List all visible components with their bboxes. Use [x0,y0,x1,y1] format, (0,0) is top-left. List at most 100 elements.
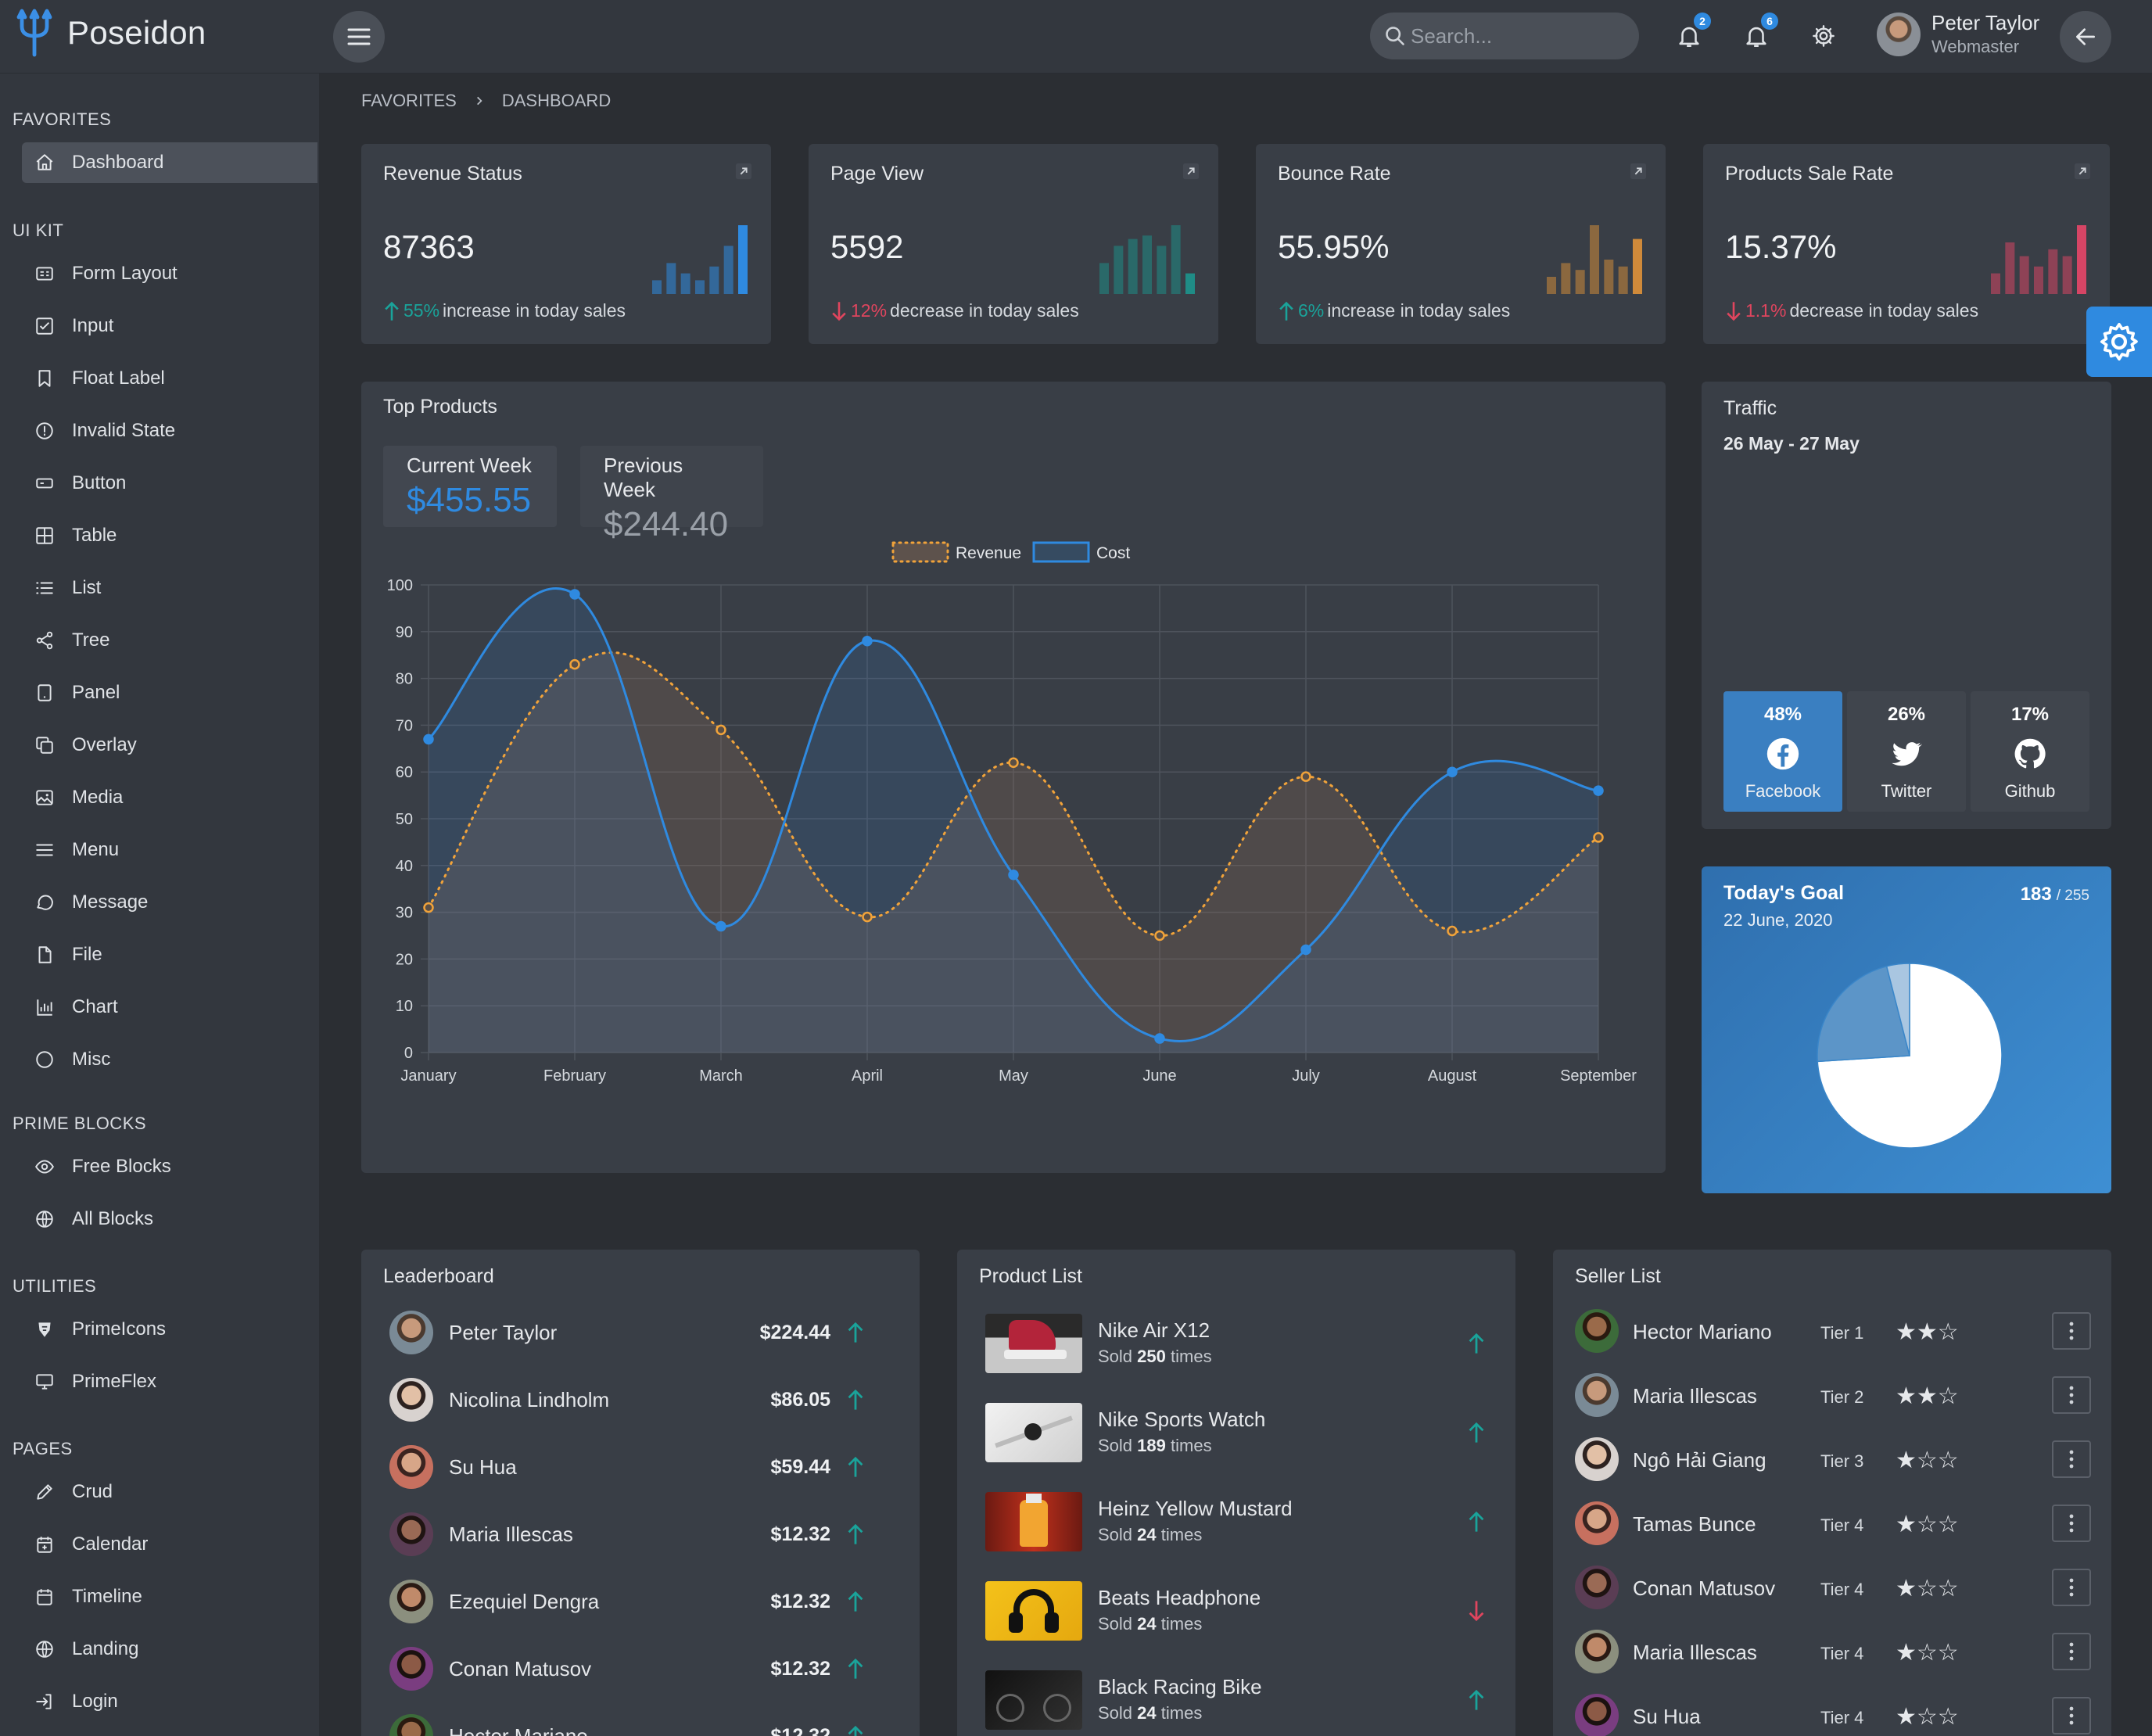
traffic-source-twitter[interactable]: 26% Twitter [1847,691,1966,812]
data-point-revenue[interactable] [716,724,726,736]
sidebar-item-input[interactable]: Input [22,306,317,346]
seller-options-button[interactable] [2052,1440,2091,1478]
sidebar-item-landing[interactable]: Landing [22,1629,317,1670]
sidebar-item-file[interactable]: File [22,934,317,975]
sidebar-item-free-blocks[interactable]: Free Blocks [22,1146,317,1187]
data-point-revenue[interactable] [423,902,434,913]
external-link-icon[interactable] [735,163,752,180]
sidebar-item-calendar[interactable]: Calendar [22,1524,317,1565]
user-profile[interactable]: Peter Taylor Webmaster [1877,11,2039,57]
seller-options-button[interactable] [2052,1569,2091,1606]
data-point-cost[interactable] [862,636,873,647]
data-point-revenue[interactable] [1593,832,1604,843]
data-point-revenue[interactable] [1008,757,1019,768]
data-point-revenue[interactable] [862,911,873,923]
traffic-source-facebook[interactable]: 48% Facebook [1723,691,1842,812]
x-tick-label: February [543,1067,606,1085]
sidebar-item-invalid-state[interactable]: Invalid State [22,411,317,451]
back-button[interactable] [2060,11,2111,63]
external-link-icon[interactable] [2074,163,2091,180]
data-point-cost[interactable] [716,920,726,932]
sidebar-item-menu[interactable]: Menu [22,830,317,870]
stat-note-text: decrease in today sales [890,300,1079,321]
sidebar-item-primeicons[interactable]: PrimeIcons [22,1309,317,1350]
prime-logo-icon [38,1322,51,1337]
leaderboard-row[interactable]: Peter Taylor $224.44 [389,1309,874,1356]
legend-label[interactable]: Cost [1096,544,1130,562]
sidebar-item-tree[interactable]: Tree [22,620,317,661]
seller-options-button[interactable] [2052,1697,2091,1734]
stat-card-bounce-rate: Bounce Rate 55.95% 6% increase in today … [1256,144,1666,344]
sidebar-item-message[interactable]: Message [22,882,317,923]
legend-swatch[interactable] [1032,541,1090,563]
sidebar-item-crud[interactable]: Crud [22,1472,317,1512]
leaderboard-row[interactable]: Conan Matusov $12.32 [389,1645,874,1692]
menu-toggle-button[interactable] [333,11,385,63]
stat-note: 12% decrease in today sales [830,300,1079,321]
previous-week-tab[interactable]: Previous Week $244.40 [580,446,763,543]
product-row[interactable]: Nike Air X12 Sold 250 times [985,1312,1494,1375]
avatar [1575,1309,1619,1353]
legend-label[interactable]: Revenue [956,544,1021,562]
seller-options-button[interactable] [2052,1312,2091,1350]
breadcrumb-root[interactable]: FAVORITES [361,91,457,111]
external-link-icon[interactable] [1630,163,1647,180]
data-point-cost[interactable] [1154,1033,1165,1044]
data-point-revenue[interactable] [1300,771,1311,782]
sidebar-item-dashboard[interactable]: Dashboard [22,142,317,183]
sidebar-item-misc[interactable]: Misc [22,1039,317,1080]
data-point-cost[interactable] [1300,944,1311,956]
sidebar-item-login[interactable]: Login [22,1681,317,1722]
product-row[interactable]: Black Racing Bike Sold 24 times [985,1669,1494,1731]
product-row[interactable]: Nike Sports Watch Sold 189 times [985,1401,1494,1464]
seller-options-button[interactable] [2052,1505,2091,1542]
traffic-date-range: 26 May - 27 May [1723,433,1860,454]
settings-button[interactable] [1805,17,1842,55]
seller-options-button[interactable] [2052,1633,2091,1670]
sidebar-item-overlay[interactable]: Overlay [22,725,317,766]
leaderboard-row[interactable]: Nicolina Lindholm $86.05 [389,1376,874,1423]
traffic-source-github[interactable]: 17% Github [1971,691,2089,812]
search-input[interactable]: Search... [1370,13,1639,59]
data-point-cost[interactable] [1008,870,1019,881]
sidebar-item-table[interactable]: Table [22,515,317,556]
config-button[interactable] [2086,307,2152,377]
sidebar-item-button[interactable]: Button [22,463,317,504]
y-tick-label: 60 [396,764,413,781]
data-point-cost[interactable] [1447,766,1458,777]
data-point-revenue[interactable] [1154,930,1165,942]
external-link-icon[interactable] [1182,163,1200,180]
sold-suffix: times [1171,1436,1212,1455]
data-point-cost[interactable] [423,733,434,745]
product-row[interactable]: Heinz Yellow Mustard Sold 24 times [985,1490,1494,1553]
data-point-cost[interactable] [1593,785,1604,796]
data-point-revenue[interactable] [569,658,580,670]
leaderboard-row[interactable]: Ezequiel Dengra $12.32 [389,1578,874,1625]
seller-options-button[interactable] [2052,1376,2091,1414]
sidebar-item-chart[interactable]: Chart [22,987,317,1028]
sidebar-item-list[interactable]: List [22,568,317,608]
app-logo[interactable]: Poseidon [13,8,206,58]
sidebar-item-label: Form Layout [72,263,178,284]
data-point-cost[interactable] [569,589,580,600]
leaderboard-row[interactable]: Maria Illescas $12.32 [389,1511,874,1558]
sidebar-item-panel[interactable]: Panel [22,673,317,713]
stat-bar [2062,256,2072,294]
sidebar-item-media[interactable]: Media [22,777,317,818]
goal-title: Today's Goal [1723,882,1845,904]
data-point-revenue[interactable] [1447,925,1458,937]
product-row[interactable]: Beats Headphone Sold 24 times [985,1580,1494,1642]
search-placeholder: Search... [1411,23,1493,48]
sidebar-item-timeline[interactable]: Timeline [22,1576,317,1617]
leaderboard-row[interactable]: Hector Mariano $12.32 [389,1713,874,1736]
legend-swatch[interactable] [891,541,949,563]
seller-list-card: Seller List Hector Mariano Tier 1 ★★☆ Maria… [1553,1250,2111,1736]
sidebar-item-all-blocks[interactable]: All Blocks [22,1199,317,1239]
sidebar-item-primeflex[interactable]: PrimeFlex [22,1361,317,1402]
notifications-button[interactable]: 2 [1670,13,1711,55]
sidebar-item-form-layout[interactable]: Form Layout [22,253,317,294]
sidebar-item-float-label[interactable]: Float Label [22,358,317,399]
leaderboard-row[interactable]: Su Hua $59.44 [389,1444,874,1490]
current-week-tab[interactable]: Current Week $455.55 [383,446,557,527]
messages-button[interactable]: 6 [1738,13,1778,55]
